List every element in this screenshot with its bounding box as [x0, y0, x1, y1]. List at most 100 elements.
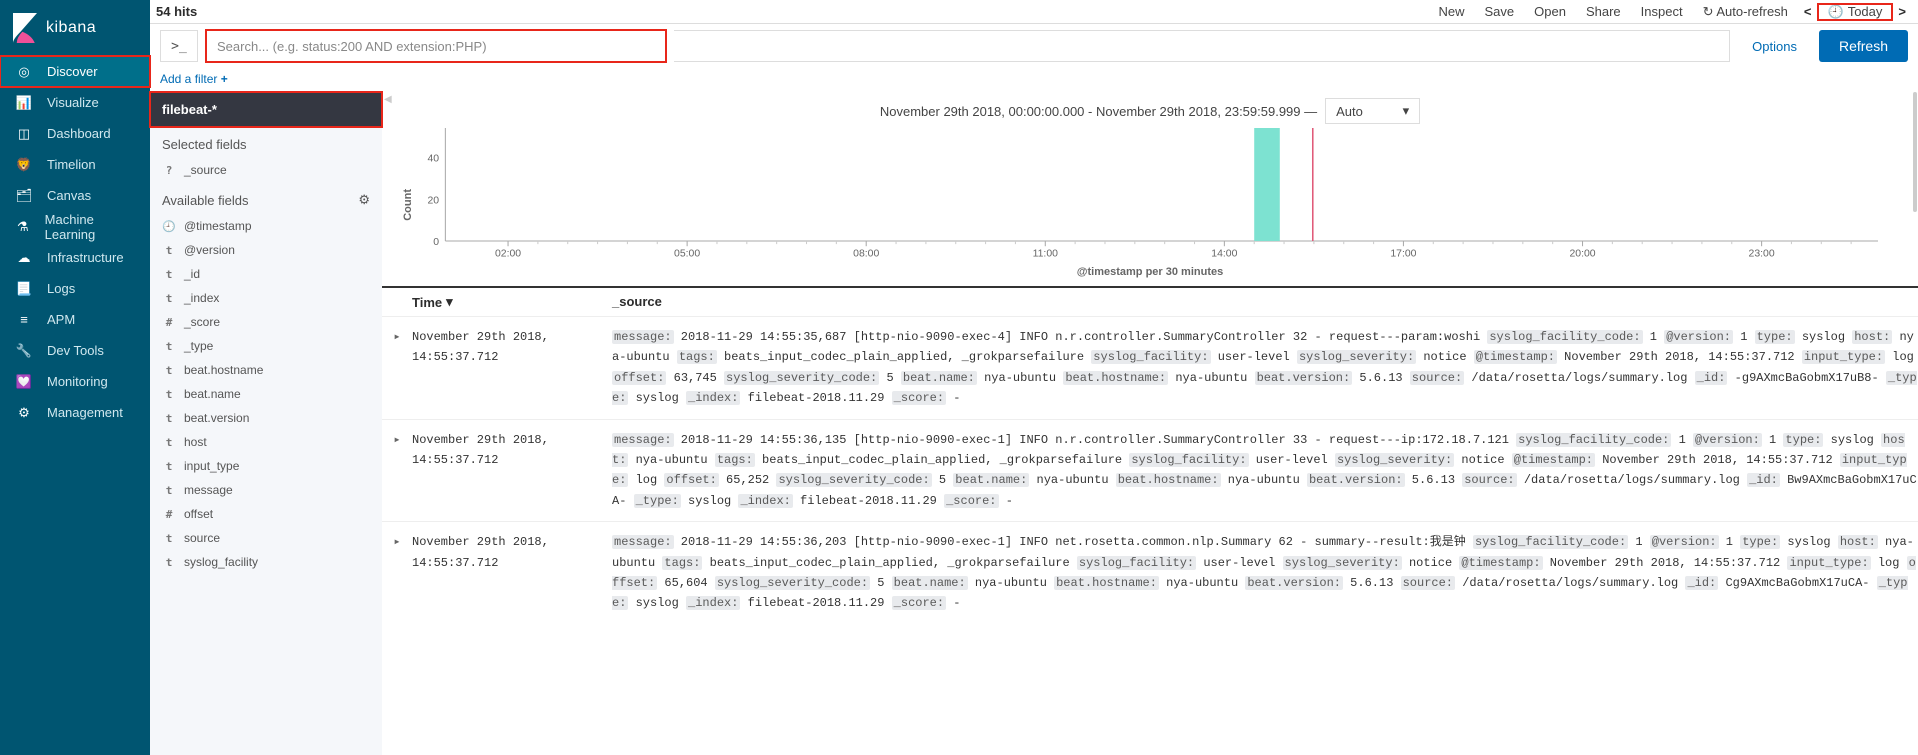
search-input-extended[interactable]	[674, 30, 1730, 62]
field-label[interactable]: beat.version:	[1245, 576, 1343, 590]
field-label[interactable]: beat.hostname:	[1054, 576, 1159, 590]
field-label[interactable]: syslog_severity_code:	[715, 576, 870, 590]
field-label[interactable]: host:	[1838, 535, 1878, 549]
field-item--timestamp[interactable]: 🕘@timestamp	[150, 214, 382, 238]
field-label[interactable]: type:	[1783, 433, 1823, 447]
field-label[interactable]: syslog_facility:	[1129, 453, 1248, 467]
save-button[interactable]: Save	[1475, 4, 1525, 19]
expand-row-button[interactable]: ▸	[382, 532, 412, 614]
field-label[interactable]: type:	[1740, 535, 1780, 549]
field-item--version[interactable]: t@version	[150, 238, 382, 262]
time-prev-button[interactable]: <	[1798, 4, 1818, 19]
time-next-button[interactable]: >	[1892, 4, 1912, 19]
autorefresh-button[interactable]: ↻ Auto-refresh	[1693, 4, 1798, 20]
field-label[interactable]: _score:	[944, 494, 998, 508]
field-label[interactable]: syslog_severity:	[1283, 556, 1402, 570]
field-label[interactable]: tags:	[662, 556, 702, 570]
field-label[interactable]: _score:	[892, 391, 946, 405]
field-label[interactable]: syslog_facility:	[1077, 556, 1196, 570]
field-label[interactable]: _id:	[1695, 371, 1728, 385]
field-item--id[interactable]: t_id	[150, 262, 382, 286]
field-label[interactable]: beat.name:	[892, 576, 968, 590]
refresh-button[interactable]: Refresh	[1819, 30, 1908, 62]
field-label[interactable]: syslog_severity_code:	[724, 371, 879, 385]
field-item-input-type[interactable]: tinput_type	[150, 454, 382, 478]
field-label[interactable]: source:	[1401, 576, 1455, 590]
sidebar-item-management[interactable]: ⚙Management	[0, 397, 150, 428]
expand-row-button[interactable]: ▸	[382, 430, 412, 512]
field-label[interactable]: offset:	[612, 371, 666, 385]
field-item-host[interactable]: thost	[150, 430, 382, 454]
field-label[interactable]: _type:	[634, 494, 681, 508]
sidebar-item-infrastructure[interactable]: ☁Infrastructure	[0, 242, 150, 273]
new-button[interactable]: New	[1428, 4, 1474, 19]
field-label[interactable]: syslog_facility_code:	[1516, 433, 1671, 447]
field-item-message[interactable]: tmessage	[150, 478, 382, 502]
field-item--score[interactable]: #_score	[150, 310, 382, 334]
inspect-button[interactable]: Inspect	[1631, 4, 1693, 19]
field-label[interactable]: syslog_facility_code:	[1487, 330, 1642, 344]
field-label[interactable]: @version:	[1693, 433, 1762, 447]
field-label[interactable]: @version:	[1664, 330, 1733, 344]
field-label[interactable]: @timestamp:	[1474, 350, 1557, 364]
field-label[interactable]: syslog_facility_code:	[1473, 535, 1628, 549]
field-item-beat-version[interactable]: tbeat.version	[150, 406, 382, 430]
sidebar-item-apm[interactable]: ≡APM	[0, 304, 150, 335]
field-label[interactable]: syslog_facility:	[1091, 350, 1210, 364]
query-options-button[interactable]: Options	[1738, 39, 1811, 54]
field-label[interactable]: source:	[1410, 371, 1464, 385]
interval-select[interactable]: Auto ▾	[1325, 98, 1420, 124]
field-label[interactable]: _index:	[738, 494, 792, 508]
field-label[interactable]: host:	[1852, 330, 1892, 344]
field-label[interactable]: source:	[1462, 473, 1516, 487]
scrollbar[interactable]	[1912, 92, 1918, 755]
share-button[interactable]: Share	[1576, 4, 1631, 19]
sidebar-item-timelion[interactable]: 🦁Timelion	[0, 149, 150, 180]
field-item-source[interactable]: tsource	[150, 526, 382, 550]
header-time[interactable]: Time ▾	[412, 294, 612, 310]
index-pattern-selector[interactable]: filebeat-*	[150, 92, 382, 127]
field-label[interactable]: beat.name:	[953, 473, 1029, 487]
gear-icon[interactable]: ⚙	[358, 192, 370, 208]
field-item-offset[interactable]: #offset	[150, 502, 382, 526]
sidebar-item-canvas[interactable]: 🗂Canvas	[0, 180, 150, 211]
field-label[interactable]: type:	[1755, 330, 1795, 344]
field-label[interactable]: message:	[612, 535, 674, 549]
search-input[interactable]	[206, 30, 666, 62]
field-label[interactable]: tags:	[715, 453, 755, 467]
sidebar-item-visualize[interactable]: 📊Visualize	[0, 87, 150, 118]
timepicker-button[interactable]: 🕘 Today	[1818, 4, 1893, 20]
field-label[interactable]: beat.hostname:	[1063, 371, 1168, 385]
field-label[interactable]: @timestamp:	[1512, 453, 1595, 467]
field-label[interactable]: _score:	[892, 596, 946, 610]
field-label[interactable]: @version:	[1650, 535, 1719, 549]
sidebar-item-dev-tools[interactable]: 🔧Dev Tools	[0, 335, 150, 366]
field-label[interactable]: syslog_severity:	[1297, 350, 1416, 364]
histogram-chart[interactable]: Count 0204002:0005:0008:0011:0014:0017:0…	[382, 124, 1918, 264]
field-item-beat-name[interactable]: tbeat.name	[150, 382, 382, 406]
sidebar-item-dashboard[interactable]: ◫Dashboard	[0, 118, 150, 149]
sidebar-item-logs[interactable]: 📃Logs	[0, 273, 150, 304]
field-label[interactable]: offset:	[664, 473, 718, 487]
field-label[interactable]: syslog_severity_code:	[776, 473, 931, 487]
field-label[interactable]: @timestamp:	[1459, 556, 1542, 570]
field-label[interactable]: _index:	[686, 596, 740, 610]
field-item--index[interactable]: t_index	[150, 286, 382, 310]
sidebar-item-discover[interactable]: ◎Discover	[0, 56, 150, 87]
field-label[interactable]: input_type:	[1802, 350, 1885, 364]
field-label[interactable]: message:	[612, 433, 674, 447]
field-label[interactable]: tags:	[677, 350, 717, 364]
sidebar-item-monitoring[interactable]: 💟Monitoring	[0, 366, 150, 397]
collapse-fields-button[interactable]: ◀	[384, 94, 392, 105]
query-language-button[interactable]: >_	[160, 30, 198, 62]
field-label[interactable]: _id:	[1747, 473, 1780, 487]
field-item--type[interactable]: t_type	[150, 334, 382, 358]
field-label[interactable]: beat.hostname:	[1116, 473, 1221, 487]
field-label[interactable]: _index:	[686, 391, 740, 405]
field-item--source[interactable]: ?_source	[150, 158, 382, 182]
kibana-logo[interactable]: kibana	[0, 0, 150, 56]
sidebar-item-machine-learning[interactable]: ⚗Machine Learning	[0, 211, 150, 242]
add-filter-button[interactable]: Add a filter +	[150, 68, 1918, 92]
field-label[interactable]: beat.version:	[1255, 371, 1353, 385]
field-item-syslog-facility[interactable]: tsyslog_facility	[150, 550, 382, 574]
